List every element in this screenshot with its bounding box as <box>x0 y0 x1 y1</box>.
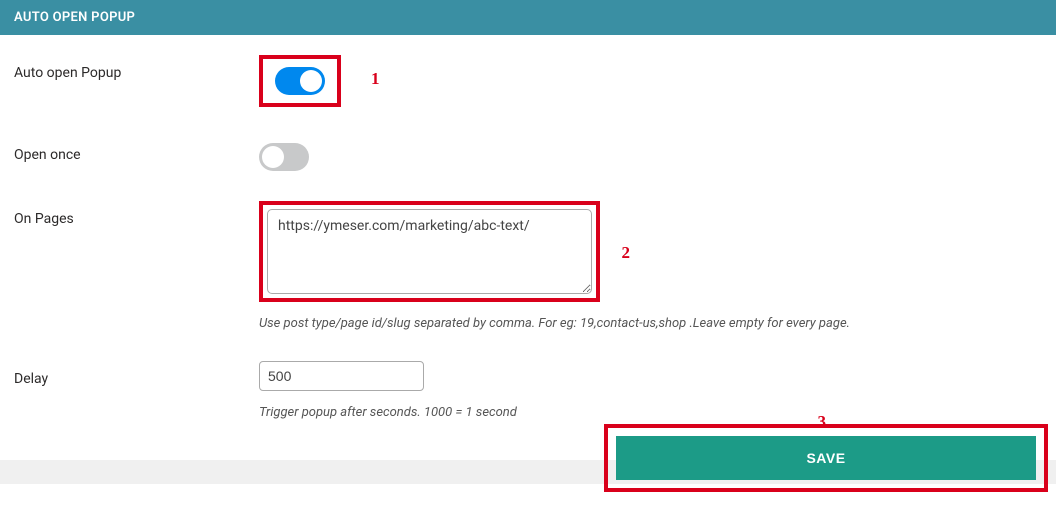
label-on-pages: On Pages <box>14 201 259 227</box>
label-delay: Delay <box>14 361 259 387</box>
delay-input[interactable] <box>259 361 424 391</box>
panel-body: Auto open Popup 1 Open once On Pages <box>0 35 1056 420</box>
field-delay: Trigger popup after seconds. 1000 = 1 se… <box>259 361 1042 420</box>
highlight-2 <box>259 201 600 302</box>
annotation-1: 1 <box>371 69 380 89</box>
toggle-knob <box>262 146 284 168</box>
field-open-once <box>259 137 1042 171</box>
highlight-1 <box>259 55 341 107</box>
on-pages-textarea[interactable] <box>267 209 592 294</box>
toggle-knob <box>300 70 322 92</box>
field-on-pages: 2 Use post type/page id/slug separated b… <box>259 201 1042 331</box>
hint-delay: Trigger popup after seconds. 1000 = 1 se… <box>259 405 1042 420</box>
field-auto-open: 1 <box>259 55 1042 107</box>
row-on-pages: On Pages 2 Use post type/page id/slug se… <box>14 201 1042 331</box>
save-button[interactable]: SAVE <box>616 436 1036 480</box>
panel-header: AUTO OPEN POPUP <box>0 0 1056 35</box>
toggle-open-once[interactable] <box>259 143 309 171</box>
hint-on-pages: Use post type/page id/slug separated by … <box>259 316 1042 331</box>
panel-title: AUTO OPEN POPUP <box>14 10 135 25</box>
annotation-2: 2 <box>622 243 631 263</box>
row-delay: Delay Trigger popup after seconds. 1000 … <box>14 361 1042 420</box>
label-auto-open: Auto open Popup <box>14 55 259 81</box>
highlight-3: SAVE <box>604 424 1048 492</box>
row-auto-open: Auto open Popup 1 <box>14 55 1042 107</box>
label-open-once: Open once <box>14 137 259 163</box>
footer-bar: 3 SAVE <box>0 460 1056 484</box>
row-open-once: Open once <box>14 137 1042 171</box>
toggle-auto-open[interactable] <box>275 67 325 95</box>
